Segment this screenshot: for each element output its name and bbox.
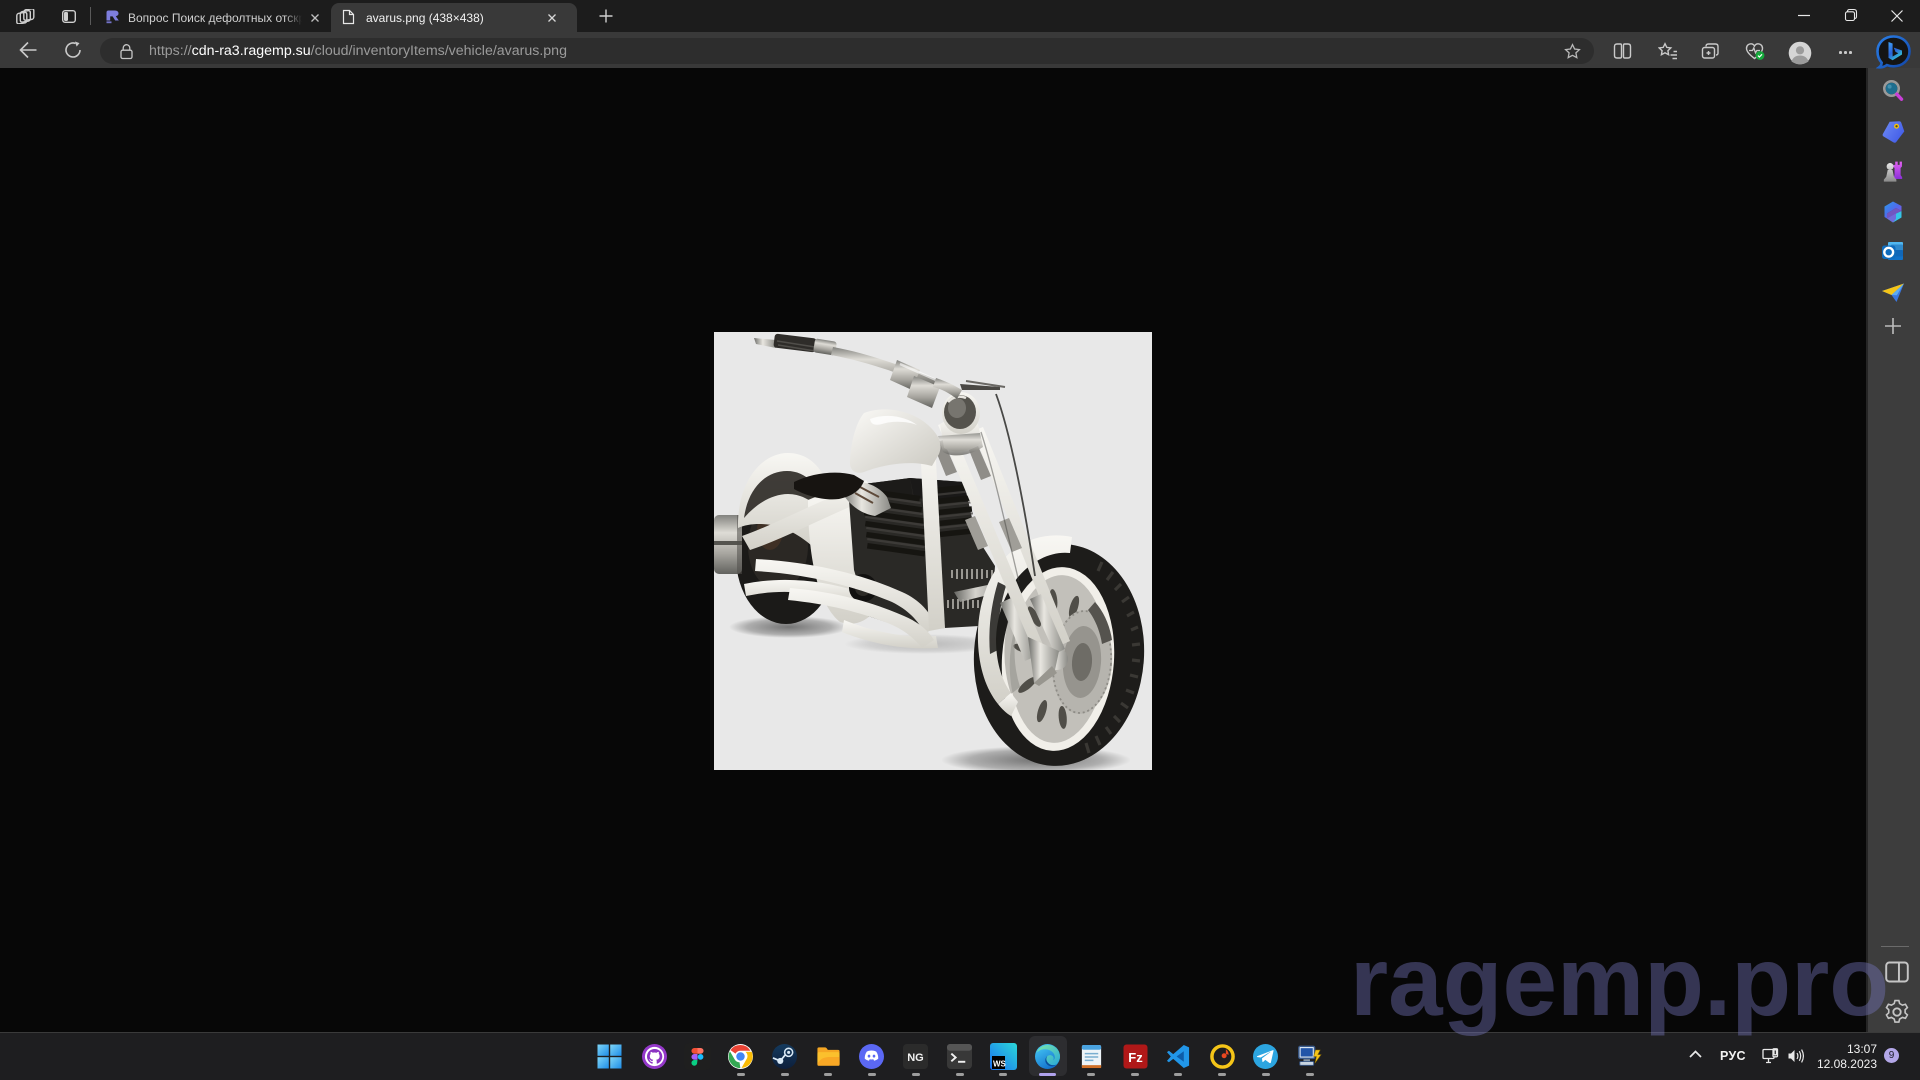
svg-text:Fz: Fz	[1128, 1050, 1143, 1065]
svg-text:WS: WS	[993, 1060, 1007, 1069]
svg-text:NG: NG	[907, 1052, 924, 1064]
